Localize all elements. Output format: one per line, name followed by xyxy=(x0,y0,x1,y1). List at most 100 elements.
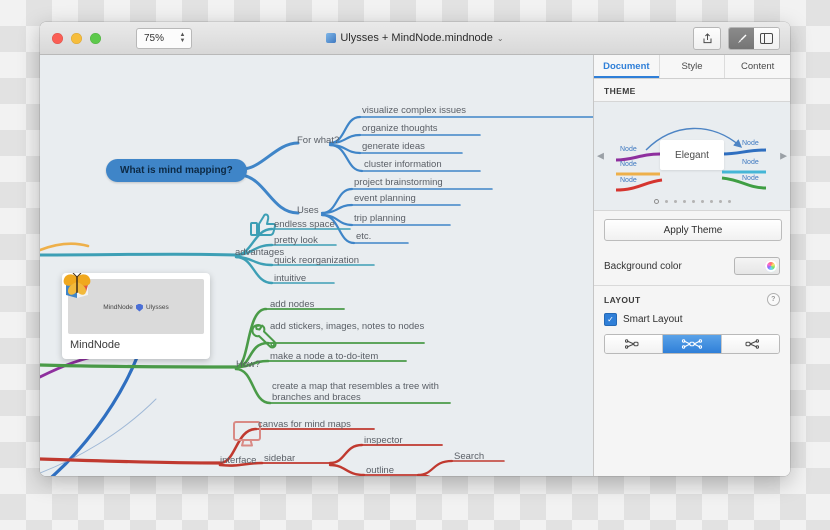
pager-dot-9[interactable] xyxy=(728,200,731,203)
background-color-label: Background color xyxy=(604,261,682,272)
sticker-image: MindNode Ulysses xyxy=(68,279,204,334)
share-button[interactable] xyxy=(693,27,721,50)
pager-dot-7[interactable] xyxy=(710,200,713,203)
node-generate-ideas[interactable]: generate ideas xyxy=(362,141,425,152)
layout-direction-segmented-control[interactable] xyxy=(604,334,780,354)
layout-section-label: LAYOUT xyxy=(604,295,641,305)
node-for-what[interactable]: For what? xyxy=(297,135,339,146)
stepper-arrows-icon[interactable]: ▲▼ xyxy=(176,30,189,46)
zoom-level-value: 75% xyxy=(137,33,164,44)
node-sidebar[interactable]: sidebar xyxy=(264,453,295,464)
node-pretty-look[interactable]: pretty look xyxy=(274,235,318,246)
node-how[interactable]: How? xyxy=(236,359,260,370)
ulysses-shield-icon xyxy=(136,304,143,312)
theme-node-right-1: Node xyxy=(742,140,759,147)
root-node[interactable]: What is mind mapping? xyxy=(106,159,247,182)
sidebar-icon xyxy=(760,33,773,44)
branch-root-forwhat xyxy=(242,143,298,169)
help-icon[interactable]: ? xyxy=(767,293,780,306)
theme-left-line-1 xyxy=(616,154,660,160)
node-intuitive[interactable]: intuitive xyxy=(274,273,306,284)
node-visualize-complex-issues[interactable]: visualize complex issues xyxy=(362,105,466,116)
node-event-planning[interactable]: event planning xyxy=(354,193,416,204)
sticker-title: MindNode xyxy=(68,334,204,351)
theme-node-right-3: Node xyxy=(742,175,759,182)
background-color-well[interactable] xyxy=(734,257,780,275)
layout-section-header: LAYOUT ? xyxy=(594,286,790,311)
node-project-brainstorming[interactable]: project brainstorming xyxy=(354,177,443,188)
share-icon xyxy=(702,33,713,44)
node-inspector[interactable]: inspector xyxy=(364,435,403,446)
smart-layout-checkbox[interactable]: ✓ xyxy=(604,313,617,326)
sticker-caption: MindNode Ulysses xyxy=(103,304,168,312)
pager-dot-5[interactable] xyxy=(692,200,695,203)
smart-layout-label: Smart Layout xyxy=(623,314,682,325)
node-trip-planning[interactable]: trip planning xyxy=(354,213,406,224)
mindmap-canvas[interactable]: What is mind mapping? For what? Uses vis… xyxy=(40,55,593,476)
node-quick-reorganization[interactable]: quick reorganization xyxy=(274,255,359,266)
node-make-todo-item[interactable]: make a node a to-do-item xyxy=(270,351,378,362)
background-color-row: Background color xyxy=(594,249,790,285)
sticker-badge-right: Ulysses xyxy=(146,304,169,311)
pager-dot-3[interactable] xyxy=(674,200,677,203)
minimize-button[interactable] xyxy=(71,33,82,44)
node-organize-thoughts[interactable]: organize thoughts xyxy=(362,123,438,134)
theme-node-left-2: Node xyxy=(620,161,637,168)
traffic-lights xyxy=(52,33,101,44)
toolbar-right xyxy=(693,27,780,50)
sticker-card[interactable]: MindNode Ulysses MindNode xyxy=(62,273,210,359)
node-uses[interactable]: Uses xyxy=(297,205,319,216)
theme-name-card: Elegant xyxy=(660,140,724,170)
node-cluster-information[interactable]: cluster information xyxy=(364,159,442,170)
theme-section-header: THEME xyxy=(594,79,790,101)
theme-node-right-2: Node xyxy=(742,159,759,166)
close-button[interactable] xyxy=(52,33,63,44)
node-add-stickers[interactable]: add stickers, images, notes to nodes xyxy=(270,321,430,332)
layout-left-button[interactable] xyxy=(605,335,663,353)
node-add-nodes[interactable]: add nodes xyxy=(270,299,314,310)
pager-dot-4[interactable] xyxy=(683,200,686,203)
pager-dot-8[interactable] xyxy=(719,200,722,203)
layout-right-button[interactable] xyxy=(722,335,779,353)
apply-theme-button[interactable]: Apply Theme xyxy=(604,219,782,241)
mindnode-window: 75% ▲▼ Ulysses + MindNode.mindnode ⌄ xyxy=(40,22,790,476)
tab-document[interactable]: Document xyxy=(594,55,660,78)
inspector-panel: Document Style Content THEME ◀ ▶ xyxy=(593,55,790,476)
layout-left-icon xyxy=(625,339,643,349)
node-create-tree-map[interactable]: create a map that resembles a tree with … xyxy=(272,381,452,403)
smart-layout-row[interactable]: ✓ Smart Layout xyxy=(594,311,790,334)
paintbrush-icon xyxy=(736,33,748,45)
theme-preview[interactable]: ◀ ▶ Node Node xyxy=(594,101,790,211)
tab-content[interactable]: Content xyxy=(725,55,790,78)
node-endless-space[interactable]: endless space xyxy=(274,219,335,230)
pager-dot-1[interactable] xyxy=(654,199,659,204)
node-canvas-for-mind-maps[interactable]: canvas for mind maps xyxy=(258,419,351,430)
document-title-text: Ulysses + MindNode.mindnode xyxy=(340,32,493,44)
node-etc[interactable]: etc. xyxy=(356,231,371,242)
zoom-level-stepper[interactable]: 75% ▲▼ xyxy=(136,28,192,49)
chevron-down-icon[interactable]: ⌄ xyxy=(497,34,504,43)
pager-dot-6[interactable] xyxy=(701,200,704,203)
pager-dot-2[interactable] xyxy=(665,200,668,203)
window-titlebar: 75% ▲▼ Ulysses + MindNode.mindnode ⌄ xyxy=(40,22,790,55)
theme-pager[interactable] xyxy=(594,199,790,204)
inspector-toggle-button[interactable] xyxy=(729,28,754,49)
node-display-open-todos[interactable]: display open to-dos xyxy=(456,475,538,476)
color-wheel-icon[interactable] xyxy=(765,260,777,272)
node-search[interactable]: Search xyxy=(454,451,484,462)
inspector-tabs: Document Style Content xyxy=(594,55,790,79)
node-interface[interactable]: interface xyxy=(220,455,256,466)
branch-how-4 xyxy=(236,369,270,403)
sidebar-toggle-button[interactable] xyxy=(754,28,779,49)
branch-outline-search xyxy=(418,461,452,475)
layout-both-button[interactable] xyxy=(663,335,721,353)
sticker-badge-left: MindNode xyxy=(103,304,133,311)
branch-outline-todos xyxy=(418,475,454,476)
zoom-button[interactable] xyxy=(90,33,101,44)
tab-style[interactable]: Style xyxy=(660,55,726,78)
theme-section-label: THEME xyxy=(604,86,636,96)
branch-sidebar-outline xyxy=(330,465,364,475)
ulysses-butterfly-icon xyxy=(62,273,92,297)
branch-sidebar-inspector xyxy=(330,445,362,463)
node-outline[interactable]: outline xyxy=(366,465,394,476)
